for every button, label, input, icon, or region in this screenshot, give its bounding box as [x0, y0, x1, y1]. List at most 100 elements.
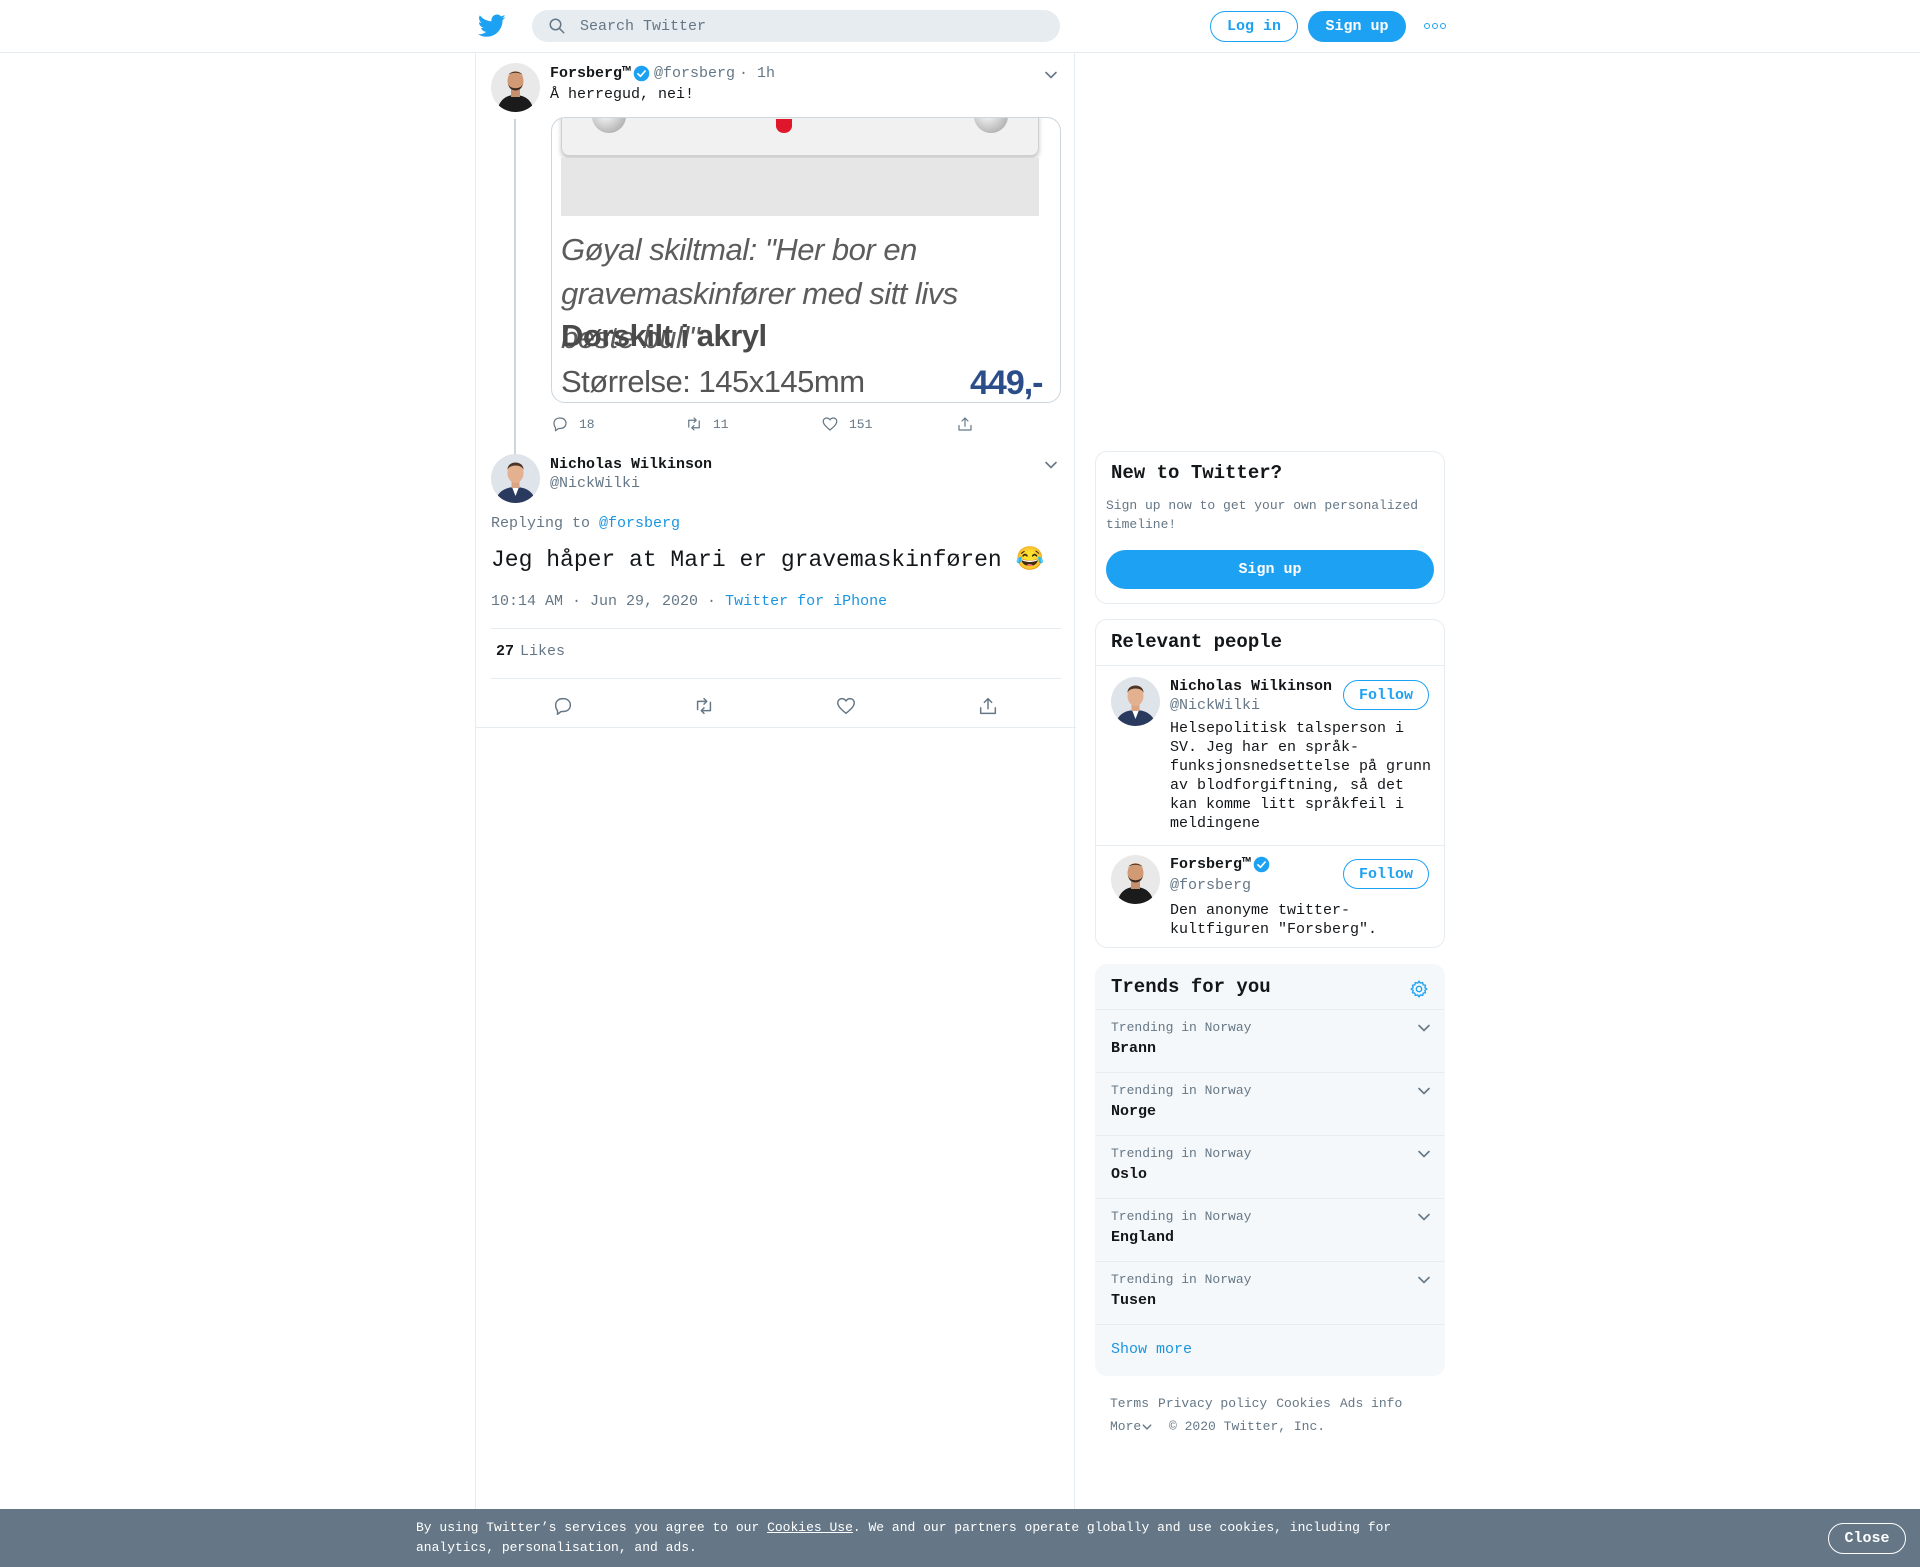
- cookie-banner: By using Twitter’s services you agree to…: [0, 1509, 1920, 1567]
- footer-links: Terms Privacy policy Cookies Ads info: [1110, 1392, 1440, 1415]
- avatar-nickwilki[interactable]: [1111, 677, 1160, 726]
- image-caption-size: Størrelse: 145x145mm: [561, 364, 865, 399]
- author-handle[interactable]: @forsberg: [654, 65, 735, 82]
- twitter-logo-icon[interactable]: [478, 14, 506, 38]
- likes-label: Likes: [520, 643, 566, 660]
- cookie-text: By using Twitter’s services you agree to…: [416, 1520, 1392, 1555]
- trend-name: Brann: [1111, 1040, 1157, 1057]
- heart-icon: [822, 417, 838, 431]
- divider: [491, 628, 1061, 629]
- search-icon: [549, 18, 565, 34]
- divider: [476, 727, 1076, 728]
- reply-icon[interactable]: [552, 695, 574, 717]
- avatar-forsberg[interactable]: [1111, 855, 1160, 904]
- trend-item[interactable]: Trending in Norway Brann: [1096, 1009, 1444, 1072]
- panel-title: Relevant people: [1111, 631, 1283, 653]
- heart-icon[interactable]: [835, 695, 857, 717]
- person-handle[interactable]: @NickWilki: [1170, 697, 1260, 714]
- reply-icon: [553, 417, 567, 432]
- like-count: 151: [849, 416, 873, 432]
- panel-title: New to Twitter?: [1111, 462, 1283, 484]
- panel-subtitle: Sign up now to get your own personalized…: [1106, 498, 1419, 532]
- chevron-down-icon[interactable]: [1043, 457, 1059, 473]
- retweet-icon: [688, 417, 700, 431]
- follow-button[interactable]: Follow: [1343, 680, 1429, 710]
- author-handle[interactable]: @NickWilki: [550, 475, 640, 492]
- retweet-action[interactable]: 11: [685, 414, 729, 434]
- footer-link-privacy[interactable]: Privacy policy: [1158, 1396, 1267, 1411]
- trend-context: Trending in Norway: [1111, 1209, 1252, 1224]
- tweet-header: Forsberg™ @forsberg · 1h: [550, 63, 775, 83]
- trend-context: Trending in Norway: [1111, 1020, 1252, 1035]
- like-action[interactable]: 151: [821, 414, 872, 434]
- signup-button[interactable]: Sign up: [1308, 11, 1406, 42]
- tweet-actions: 18 11 151: [551, 414, 991, 434]
- trend-item[interactable]: Trending in Norway Oslo: [1096, 1135, 1444, 1198]
- show-more-link[interactable]: Show more: [1096, 1324, 1444, 1375]
- person-handle[interactable]: @forsberg: [1170, 877, 1251, 894]
- person-name[interactable]: Nicholas Wilkinson: [1170, 678, 1332, 695]
- show-more-label: Show more: [1111, 1341, 1193, 1358]
- relevant-people-panel: Relevant people Nicholas Wilkinson @Nick…: [1095, 619, 1445, 948]
- signup-button-large[interactable]: Sign up: [1106, 550, 1434, 589]
- verified-badge-icon: [1253, 856, 1270, 873]
- footer-more-menu[interactable]: More: [1110, 1419, 1153, 1434]
- search-box[interactable]: [532, 10, 1060, 42]
- tweet-meta: 10:14 AM · Jun 29, 2020 · Twitter for iP…: [491, 593, 887, 610]
- person-name[interactable]: Forsberg™: [1170, 856, 1270, 873]
- share-icon[interactable]: [977, 695, 999, 717]
- follow-button[interactable]: Follow: [1343, 859, 1429, 889]
- login-button[interactable]: Log in: [1210, 11, 1298, 42]
- cookie-close-button[interactable]: Close: [1828, 1523, 1906, 1554]
- tweet-timestamp[interactable]: 10:14 AM · Jun 29, 2020: [491, 593, 698, 610]
- tweet-source-link[interactable]: Twitter for iPhone: [725, 593, 887, 610]
- reply-count: 18: [579, 416, 595, 432]
- footer-link-ads-info[interactable]: Ads info: [1340, 1396, 1402, 1411]
- tweet-image[interactable]: Gøyal skiltmal: "Her bor en gravemaskinf…: [551, 117, 1061, 403]
- footer-bottom-row: More © 2020 Twitter, Inc.: [1110, 1415, 1440, 1438]
- trend-item[interactable]: Trending in Norway England: [1096, 1198, 1444, 1261]
- top-bar: Log in Sign up: [0, 0, 1920, 53]
- door-sign-image: [561, 118, 1039, 156]
- search-input[interactable]: [580, 10, 1050, 42]
- trend-name: Norge: [1111, 1103, 1157, 1120]
- trend-item[interactable]: Trending in Norway Tusen: [1096, 1261, 1444, 1324]
- avatar-forsberg[interactable]: [491, 63, 540, 112]
- chevron-down-icon[interactable]: [1416, 1209, 1432, 1225]
- gear-icon[interactable]: [1409, 979, 1429, 999]
- cookies-use-link[interactable]: Cookies Use: [767, 1520, 853, 1535]
- person-bio: Den anonyme twitter-kultfiguren "Forsber…: [1170, 902, 1378, 938]
- share-action[interactable]: [956, 414, 984, 434]
- reply-action[interactable]: 18: [551, 414, 595, 434]
- share-icon: [958, 417, 972, 431]
- trend-item[interactable]: Trending in Norway Norge: [1096, 1072, 1444, 1135]
- verified-badge-icon: [633, 65, 650, 81]
- likes-count: 27: [496, 643, 515, 660]
- main-column: Forsberg™ @forsberg · 1h Å herregud, nei…: [475, 53, 1076, 1509]
- footer-link-terms[interactable]: Terms: [1110, 1396, 1149, 1411]
- trends-panel: Trends for you Trending in Norway Brann …: [1095, 964, 1445, 1376]
- author-name[interactable]: Forsberg™: [550, 65, 631, 82]
- trend-name: Oslo: [1111, 1166, 1148, 1183]
- avatar-nickwilki[interactable]: [491, 454, 540, 503]
- more-options-icon[interactable]: [1422, 16, 1448, 36]
- person-bio: Helsepolitisk talsperson i SV. Jeg har e…: [1170, 720, 1432, 832]
- chevron-down-icon[interactable]: [1043, 67, 1059, 83]
- chevron-down-icon[interactable]: [1416, 1146, 1432, 1162]
- trend-name: Tusen: [1111, 1292, 1157, 1309]
- sidebar-footer: Terms Privacy policy Cookies Ads info More …: [1110, 1392, 1440, 1438]
- trend-name: England: [1111, 1229, 1175, 1246]
- footer-link-cookies[interactable]: Cookies: [1276, 1396, 1331, 1411]
- author-name[interactable]: Nicholas Wilkinson: [550, 456, 712, 473]
- tweet-text: Jeg håper at Mari er gravemaskinføren 😂: [491, 547, 1045, 573]
- tweet-time[interactable]: · 1h: [739, 65, 775, 82]
- panel-title: Trends for you: [1111, 976, 1271, 998]
- likes-stat[interactable]: 27 Likes: [496, 643, 565, 660]
- chevron-down-icon[interactable]: [1416, 1020, 1432, 1036]
- meta-separator: ·: [698, 593, 726, 610]
- chevron-down-icon[interactable]: [1416, 1083, 1432, 1099]
- replying-to-link[interactable]: @forsberg: [599, 515, 680, 532]
- chevron-down-icon[interactable]: [1416, 1272, 1432, 1288]
- new-to-twitter-panel: New to Twitter? Sign up now to get your …: [1095, 451, 1445, 604]
- retweet-icon[interactable]: [693, 695, 715, 717]
